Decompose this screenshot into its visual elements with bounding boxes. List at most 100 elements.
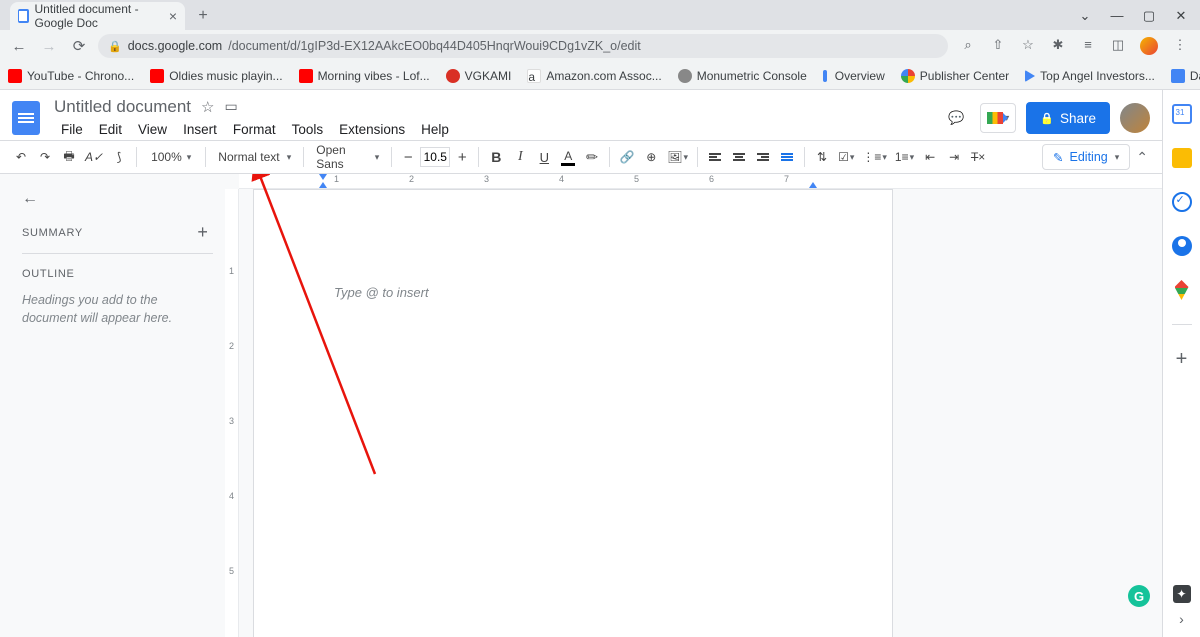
reload-button[interactable]: ⟳ [68,35,90,57]
minimize-icon[interactable]: — [1110,8,1124,24]
contacts-icon[interactable] [1172,236,1192,256]
paint-format-button[interactable]: ⟆ [108,144,130,170]
menu-help[interactable]: Help [414,119,456,140]
add-comment-button[interactable]: ⊕ [640,144,662,170]
menu-edit[interactable]: Edit [92,119,129,140]
star-document-icon[interactable]: ☆ [201,98,214,116]
comment-history-icon[interactable]: 💬 [942,104,970,132]
explore-icon[interactable]: ✦ [1173,585,1191,603]
document-page[interactable]: Type @ to insert [253,189,893,637]
bookmark-oldies-music[interactable]: Oldies music playin... [150,69,282,83]
menu-insert[interactable]: Insert [176,119,224,140]
align-justify-button[interactable] [776,144,798,170]
chrome-profile-avatar[interactable] [1140,37,1158,55]
get-addons-icon[interactable]: + [1172,349,1192,369]
bookmark-monumetric[interactable]: Monumetric Console [678,69,807,83]
font-size-input[interactable] [420,147,450,167]
keep-icon[interactable] [1172,148,1192,168]
menu-tools[interactable]: Tools [285,119,331,140]
url-host: docs.google.com [128,39,223,53]
search-icon[interactable]: ⌕ [960,37,976,55]
editing-mode-dropdown[interactable]: Editing▾ [1042,144,1130,170]
site-icon [678,69,692,83]
bookmark-amazon[interactable]: aAmazon.com Assoc... [527,69,661,83]
meet-button[interactable]: ▾ [980,103,1016,133]
summary-heading: SUMMARY [22,227,83,239]
star-icon[interactable]: ☆ [1020,37,1036,55]
tasks-icon[interactable] [1172,192,1192,212]
calendar-icon[interactable] [1172,104,1192,124]
outline-back-icon[interactable]: ← [22,190,213,208]
indent-marker-icon[interactable] [319,182,327,188]
bookmark-youtube-chrono[interactable]: YouTube - Chrono... [8,69,134,83]
outline-empty-text: Headings you add to the document will ap… [22,292,213,327]
increase-font-size[interactable]: + [452,149,472,166]
redo-button[interactable]: ↷ [34,144,56,170]
reading-list-icon[interactable]: ≡ [1080,37,1096,55]
font-family-dropdown[interactable]: Open Sans▾ [310,143,385,171]
move-document-icon[interactable]: ▭ [224,98,237,115]
bookmark-publisher-center[interactable]: Publisher Center [901,69,1009,83]
checklist-button[interactable]: ☑▾ [835,144,857,170]
share-url-icon[interactable]: ⇧ [990,37,1006,55]
tab-title: Untitled document - Google Doc [35,2,163,30]
extensions-icon[interactable]: ✱ [1050,37,1066,55]
highlight-button[interactable]: ✎ [575,140,609,174]
add-summary-button[interactable]: + [193,222,213,243]
line-spacing-button[interactable]: ⇅ [811,144,833,170]
maximize-icon[interactable]: ▢ [1142,8,1156,24]
close-window-icon[interactable]: ✕ [1174,8,1188,24]
underline-button[interactable]: U [533,144,555,170]
zoom-dropdown[interactable]: 100%▾ [143,150,199,164]
bookmark-dashboard[interactable]: Dashboard [1171,69,1200,83]
new-tab-button[interactable]: + [191,4,215,28]
bulleted-list-button[interactable]: ⋮≡▾ [859,144,890,170]
spellcheck-button[interactable]: A✓ [82,144,106,170]
indent-marker-icon[interactable] [319,174,327,180]
hide-sidepanel-icon[interactable]: › [1179,611,1184,627]
grammarly-icon[interactable]: G [1128,585,1150,607]
undo-button[interactable]: ↶ [10,144,32,170]
menu-extensions[interactable]: Extensions [332,119,412,140]
align-right-button[interactable] [752,144,774,170]
clear-formatting-button[interactable]: T× [967,144,989,170]
account-avatar[interactable] [1120,103,1150,133]
menu-file[interactable]: File [54,119,90,140]
side-panel-icon[interactable]: ◫ [1110,37,1126,55]
lock-icon: 🔒 [108,40,122,53]
align-center-button[interactable] [728,144,750,170]
back-button[interactable]: ← [8,35,30,57]
document-title[interactable]: Untitled document [54,97,191,117]
menu-format[interactable]: Format [226,119,283,140]
vertical-ruler[interactable]: 12345 [225,189,239,637]
tab-close-icon[interactable]: × [169,8,177,24]
maps-icon[interactable] [1175,280,1189,300]
decrease-font-size[interactable]: − [398,149,418,166]
chevron-down-icon[interactable]: ⌄ [1078,8,1092,24]
browser-tab[interactable]: Untitled document - Google Doc × [10,2,185,30]
print-button[interactable]: 🖶 [58,144,80,170]
docs-logo-icon[interactable] [12,101,40,135]
bookmark-overview[interactable]: Overview [823,69,885,83]
bold-button[interactable]: B [485,144,507,170]
hide-menus-button[interactable]: ⌃ [1132,149,1152,166]
horizontal-ruler[interactable]: 1234567 [239,174,1162,189]
numbered-list-button[interactable]: 1≡▾ [892,144,917,170]
menu-view[interactable]: View [131,119,174,140]
increase-indent-button[interactable]: ⇥ [943,144,965,170]
right-margin-marker-icon[interactable] [809,182,817,188]
outline-panel: ← SUMMARY + OUTLINE Headings you add to … [0,174,225,637]
site-icon [823,70,827,82]
insert-image-button[interactable]: 🖼▾ [664,144,691,170]
omnibox[interactable]: 🔒 docs.google.com/document/d/1gIP3d-EX12… [98,34,948,58]
paragraph-style-dropdown[interactable]: Normal text▾ [212,150,297,164]
italic-button[interactable]: I [509,144,531,170]
decrease-indent-button[interactable]: ⇤ [919,144,941,170]
share-button[interactable]: Share [1026,102,1110,134]
insert-link-button[interactable]: 🔗 [616,144,638,170]
bookmark-morning-vibes[interactable]: Morning vibes - Lof... [299,69,430,83]
align-left-button[interactable] [704,144,726,170]
bookmark-top-angel[interactable]: Top Angel Investors... [1025,69,1155,83]
chrome-menu-icon[interactable]: ⋮ [1172,37,1188,55]
bookmark-vgkami[interactable]: VGKAMI [446,69,512,83]
